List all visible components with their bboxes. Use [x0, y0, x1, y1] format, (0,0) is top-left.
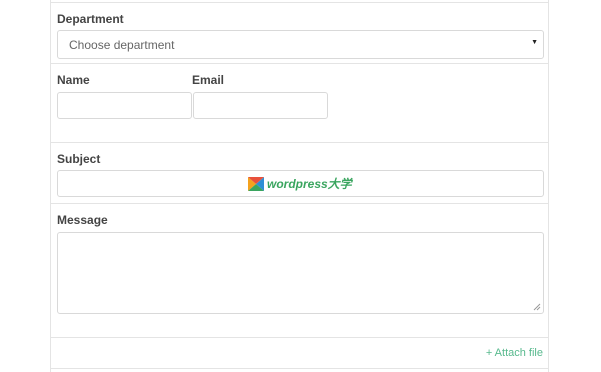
attach-section: + Attach file	[51, 337, 548, 369]
department-section: Department Choose department ▼	[51, 2, 548, 64]
watermark-text: wordpress大学	[267, 177, 352, 191]
subject-label: Subject	[57, 152, 101, 166]
attach-file-link[interactable]: + Attach file	[486, 347, 543, 359]
name-label: Name	[57, 73, 90, 87]
message-textarea[interactable]	[57, 232, 544, 314]
select-caret-icon: ▼	[531, 39, 538, 46]
email-label: Email	[192, 73, 225, 87]
contact-section: Name Email	[51, 63, 548, 143]
message-section: Message	[51, 203, 548, 338]
name-field[interactable]	[57, 92, 192, 119]
email-field[interactable]	[193, 92, 328, 119]
resize-handle-icon[interactable]	[533, 303, 541, 311]
department-label: Department	[57, 12, 124, 26]
wordpress-watermark: wordpress大学	[248, 175, 352, 192]
department-select[interactable]: Choose department ▼	[57, 30, 544, 59]
ticket-form-panel: Department Choose department ▼ Name Emai…	[50, 0, 549, 372]
department-select-value: Choose department	[69, 38, 175, 52]
wordpress-logo-icon	[248, 176, 264, 191]
message-label: Message	[57, 213, 108, 227]
subject-section: Subject wordpress大学	[51, 142, 548, 204]
subject-field[interactable]: wordpress大学	[57, 170, 544, 197]
